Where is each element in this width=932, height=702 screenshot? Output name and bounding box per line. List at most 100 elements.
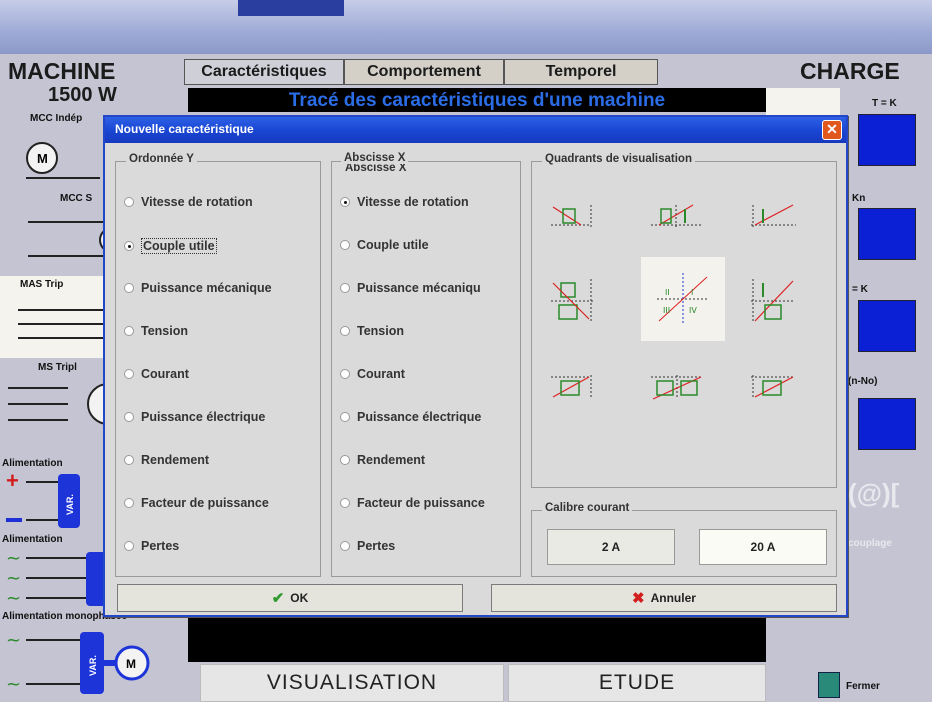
radio-icon[interactable] xyxy=(340,326,350,336)
abscissa-option[interactable]: Rendement xyxy=(340,453,425,467)
abscissa-option[interactable]: Couple utile xyxy=(340,238,429,252)
calibre-group: Calibre courant 2 A 20 A xyxy=(531,502,837,577)
radio-icon[interactable] xyxy=(124,197,134,207)
ms-icon[interactable] xyxy=(8,376,108,438)
radio-icon[interactable] xyxy=(340,498,350,508)
radio-icon[interactable] xyxy=(124,326,134,336)
window-top-bar xyxy=(0,0,932,54)
tab-temporel[interactable]: Temporel xyxy=(504,59,658,85)
quadrant-option-4[interactable] xyxy=(751,375,795,399)
close-app-label[interactable]: Fermer xyxy=(846,681,880,692)
radio-icon[interactable] xyxy=(340,283,350,293)
abscissa-option[interactable]: Puissance mécaniqu xyxy=(340,281,481,295)
load-thumb-linear[interactable] xyxy=(858,208,916,260)
ordinate-option[interactable]: Rendement xyxy=(124,453,209,467)
motor-icon[interactable]: M xyxy=(20,138,100,184)
ordinate-option[interactable]: Facteur de puissance xyxy=(124,496,269,510)
radio-icon[interactable] xyxy=(340,455,350,465)
abscissa-option[interactable]: Puissance électrique xyxy=(340,410,481,424)
radio-icon[interactable] xyxy=(124,455,134,465)
ac-source-icon[interactable]: ~ ~ ~ xyxy=(6,546,106,608)
svg-text:III: III xyxy=(663,306,670,315)
quadrant-option-3[interactable] xyxy=(551,375,592,399)
svg-text:~: ~ xyxy=(6,674,21,695)
left-item-ms-tripl[interactable]: MS Tripl xyxy=(38,362,77,373)
radio-selected-icon[interactable] xyxy=(124,241,134,251)
close-icon[interactable]: ✕ xyxy=(822,120,842,140)
mono-source-icon[interactable]: ~ ~ VAR. M xyxy=(6,624,166,696)
cancel-button[interactable]: ✖ Annuler xyxy=(491,584,837,612)
dc-source-icon[interactable]: + VAR. xyxy=(6,470,106,530)
ordinate-option-selected[interactable]: Couple utile xyxy=(124,238,217,254)
load-thumb-step[interactable] xyxy=(858,300,916,352)
load-thumb-constant[interactable] xyxy=(858,114,916,166)
option-label: Rendement xyxy=(141,453,210,467)
radio-icon[interactable] xyxy=(340,240,350,250)
radio-icon[interactable] xyxy=(124,412,134,422)
ordinate-group: Ordonnée Y Vitesse de rotation Couple ut… xyxy=(115,153,321,577)
bottom-black-area xyxy=(188,610,766,662)
radio-selected-icon[interactable] xyxy=(340,197,350,207)
radio-icon[interactable] xyxy=(124,541,134,551)
new-characteristic-dialog: Nouvelle caractéristique ✕ Ordonnée Y Vi… xyxy=(103,115,848,617)
right-label-2: Kn xyxy=(852,193,866,204)
radio-icon[interactable] xyxy=(340,412,350,422)
calibre-2a-button[interactable]: 2 A xyxy=(547,529,675,565)
ordinate-option[interactable]: Puissance électrique xyxy=(124,410,265,424)
ordinate-option[interactable]: Courant xyxy=(124,367,189,381)
quadrant-option-1-4[interactable] xyxy=(751,279,795,323)
visualisation-button[interactable]: VISUALISATION xyxy=(200,664,504,702)
dialog-title: Nouvelle caractéristique xyxy=(115,122,254,136)
radio-icon[interactable] xyxy=(124,498,134,508)
option-label: Pertes xyxy=(357,539,396,553)
dialog-title-bar: Nouvelle caractéristique ✕ xyxy=(105,117,846,143)
abscissa-title-overlay: Abscisse X xyxy=(341,152,409,164)
option-label: Tension xyxy=(357,324,404,338)
option-label: Vitesse de rotation xyxy=(357,195,469,209)
quadrant-option-2-3[interactable] xyxy=(551,279,593,323)
svg-text:M: M xyxy=(126,657,136,671)
banner-text: Tracé des caractéristiques d'une machine xyxy=(288,90,666,111)
ordinate-option[interactable]: Tension xyxy=(124,324,188,338)
calibre-20a-button[interactable]: 20 A xyxy=(699,529,827,565)
abscissa-option[interactable]: Facteur de puissance xyxy=(340,496,485,510)
tab-comportement[interactable]: Comportement xyxy=(344,59,504,85)
quadrant-option-1[interactable] xyxy=(751,204,796,227)
etude-button[interactable]: ETUDE xyxy=(508,664,766,702)
source-label-ac: Alimentation xyxy=(2,534,63,545)
svg-text:IV: IV xyxy=(689,306,697,315)
ok-button[interactable]: ✔ OK xyxy=(117,584,463,612)
quadrant-option-1-2[interactable] xyxy=(651,204,701,227)
mas-icon[interactable] xyxy=(18,298,110,354)
abscissa-option[interactable]: Courant xyxy=(340,367,405,381)
option-label: Courant xyxy=(141,367,189,381)
mcc-s-icon[interactable] xyxy=(28,208,108,268)
option-label: Facteur de puissance xyxy=(141,496,269,510)
ordinate-option[interactable]: Pertes xyxy=(124,539,179,553)
abscissa-option-selected[interactable]: Vitesse de rotation xyxy=(340,195,469,209)
abscissa-option[interactable]: Pertes xyxy=(340,539,395,553)
quadrant-option-3-4[interactable] xyxy=(651,375,703,400)
door-icon[interactable] xyxy=(818,672,840,698)
radio-icon[interactable] xyxy=(124,283,134,293)
load-thumb-offset[interactable] xyxy=(858,398,916,450)
right-label-3: = K xyxy=(852,284,868,295)
left-item-mas-trip[interactable]: MAS Trip xyxy=(20,279,63,290)
option-label: Tension xyxy=(141,324,188,338)
option-label: Rendement xyxy=(357,453,426,467)
svg-text:VAR.: VAR. xyxy=(65,494,75,515)
source-label-dc: Alimentation xyxy=(2,458,63,469)
left-item-mcc-s[interactable]: MCC S xyxy=(60,193,92,204)
ordinate-option[interactable]: Puissance mécanique xyxy=(124,281,272,295)
quadrant-option-2[interactable] xyxy=(551,205,592,227)
abscissa-option[interactable]: Tension xyxy=(340,324,404,338)
radio-icon[interactable] xyxy=(340,369,350,379)
right-label-4: (n-No) xyxy=(848,376,878,387)
coupling-icon[interactable]: (@)[ xyxy=(848,478,920,518)
radio-icon[interactable] xyxy=(124,369,134,379)
ordinate-option[interactable]: Vitesse de rotation xyxy=(124,195,253,209)
tab-caracteristiques[interactable]: Caractéristiques xyxy=(184,59,344,85)
left-item-mcc-indep[interactable]: MCC Indép xyxy=(30,113,82,124)
option-label: Couple utile xyxy=(141,238,217,254)
radio-icon[interactable] xyxy=(340,541,350,551)
